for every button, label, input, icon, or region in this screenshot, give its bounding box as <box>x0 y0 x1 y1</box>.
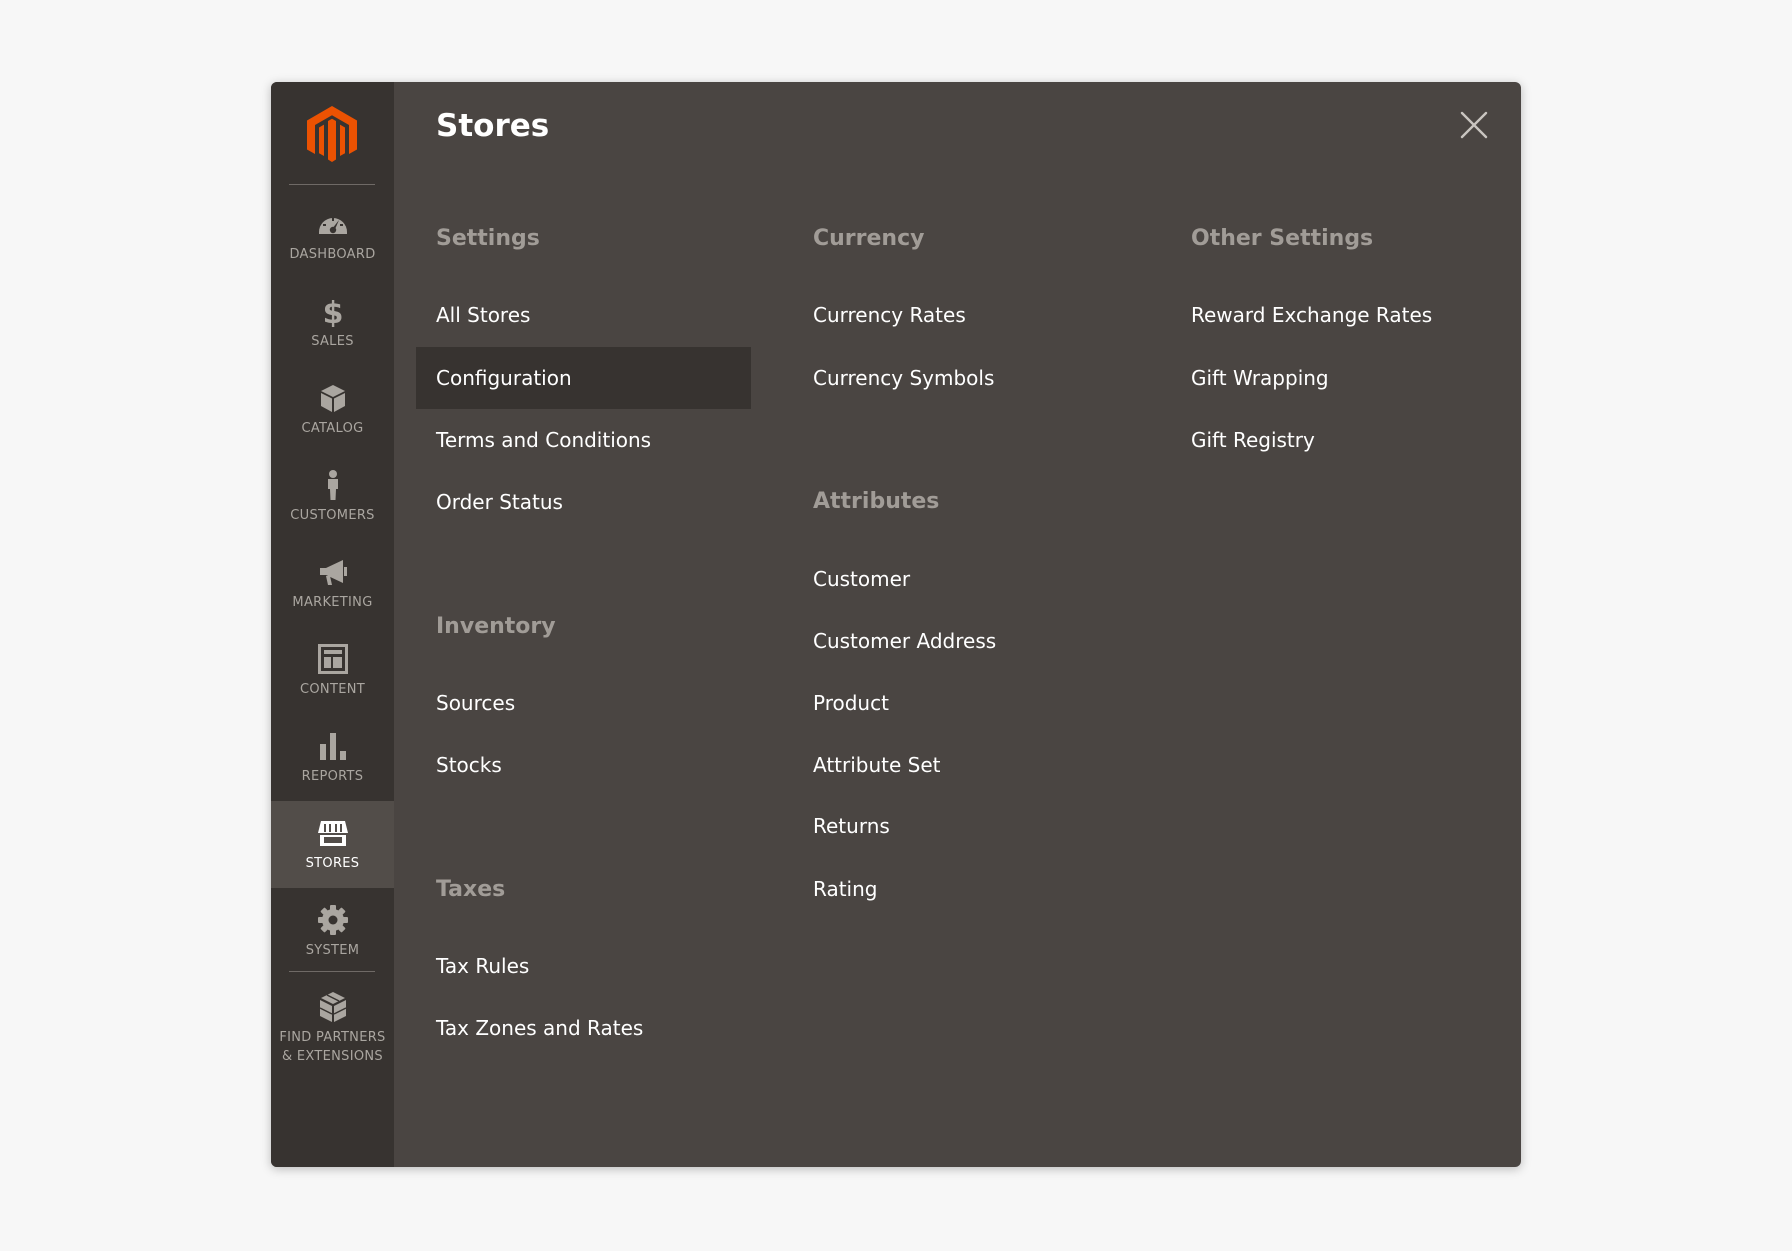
admin-sidebar: DASHBOARD $ SALES CATALOG CUSTOMERS MARK… <box>271 82 394 1167</box>
menu-link-configuration[interactable]: Configuration <box>416 347 751 409</box>
sidebar-item-customers[interactable]: CUSTOMERS <box>271 453 394 540</box>
sidebar-item-sales[interactable]: $ SALES <box>271 279 394 366</box>
magento-logo-icon[interactable] <box>303 104 361 164</box>
bar-chart-icon <box>316 729 350 763</box>
sidebar-item-dashboard[interactable]: DASHBOARD <box>271 192 394 279</box>
menu-link-attribute-set[interactable]: Attribute Set <box>813 734 941 796</box>
menu-link-stocks[interactable]: Stocks <box>436 734 502 796</box>
page-title: Stores <box>436 108 550 144</box>
partners-boxes-icon <box>316 990 350 1024</box>
menu-link-tax-zones-and-rates[interactable]: Tax Zones and Rates <box>436 997 643 1059</box>
sidebar-item-label: SYSTEM <box>305 943 360 958</box>
close-button[interactable] <box>1457 108 1491 142</box>
sidebar-item-label: CATALOG <box>301 421 364 436</box>
menu-link-customer[interactable]: Customer <box>813 548 910 610</box>
menu-link-all-stores[interactable]: All Stores <box>436 284 530 346</box>
person-icon <box>316 468 350 502</box>
box-icon <box>316 381 350 415</box>
sidebar-item-label: STORES <box>305 856 360 871</box>
menu-link-order-status[interactable]: Order Status <box>436 471 563 533</box>
layout-icon <box>316 642 350 676</box>
storefront-icon <box>316 816 350 850</box>
close-icon <box>1457 108 1491 142</box>
menu-link-gift-wrapping[interactable]: Gift Wrapping <box>1191 347 1329 409</box>
menu-link-reward-exchange-rates[interactable]: Reward Exchange Rates <box>1191 284 1432 346</box>
sidebar-item-label: CONTENT <box>300 682 365 697</box>
sidebar-item-label: FIND PARTNERS & EXTENSIONS <box>279 1030 386 1064</box>
sidebar-item-reports[interactable]: REPORTS <box>271 714 394 801</box>
group-heading-other-settings: Other Settings <box>1191 226 1374 251</box>
sidebar-item-stores[interactable]: STORES <box>271 801 394 888</box>
dashboard-gauge-icon <box>316 207 350 241</box>
sidebar-item-label: DASHBOARD <box>289 247 376 262</box>
svg-text:$: $ <box>322 296 343 327</box>
sidebar-item-system[interactable]: SYSTEM <box>271 888 394 975</box>
stores-menu-window: DASHBOARD $ SALES CATALOG CUSTOMERS MARK… <box>271 82 1521 1167</box>
megaphone-icon <box>316 555 350 589</box>
group-heading-taxes: Taxes <box>436 877 506 902</box>
sidebar-item-find-partners[interactable]: FIND PARTNERS & EXTENSIONS <box>271 978 394 1078</box>
sidebar-divider <box>289 184 375 185</box>
sidebar-item-label: REPORTS <box>301 769 364 784</box>
dollar-icon: $ <box>316 294 350 328</box>
menu-link-currency-rates[interactable]: Currency Rates <box>813 284 966 346</box>
sidebar-item-label: SALES <box>311 334 354 349</box>
group-heading-attributes: Attributes <box>813 489 940 514</box>
menu-link-gift-registry[interactable]: Gift Registry <box>1191 409 1315 471</box>
menu-link-tax-rules[interactable]: Tax Rules <box>436 935 529 997</box>
menu-link-terms-and-conditions[interactable]: Terms and Conditions <box>436 409 651 471</box>
group-heading-inventory: Inventory <box>436 614 556 639</box>
menu-link-sources[interactable]: Sources <box>436 672 515 734</box>
gear-icon <box>316 903 350 937</box>
sidebar-divider <box>289 971 375 972</box>
sidebar-item-label: MARKETING <box>292 595 373 610</box>
sidebar-item-catalog[interactable]: CATALOG <box>271 366 394 453</box>
menu-link-product[interactable]: Product <box>813 672 889 734</box>
group-heading-currency: Currency <box>813 226 925 251</box>
sidebar-item-content[interactable]: CONTENT <box>271 627 394 714</box>
menu-link-returns[interactable]: Returns <box>813 795 890 857</box>
sidebar-item-marketing[interactable]: MARKETING <box>271 540 394 627</box>
group-heading-settings: Settings <box>436 226 540 251</box>
menu-link-customer-address[interactable]: Customer Address <box>813 610 996 672</box>
sidebar-item-label: CUSTOMERS <box>290 508 375 523</box>
menu-link-currency-symbols[interactable]: Currency Symbols <box>813 347 994 409</box>
menu-link-rating[interactable]: Rating <box>813 858 877 920</box>
